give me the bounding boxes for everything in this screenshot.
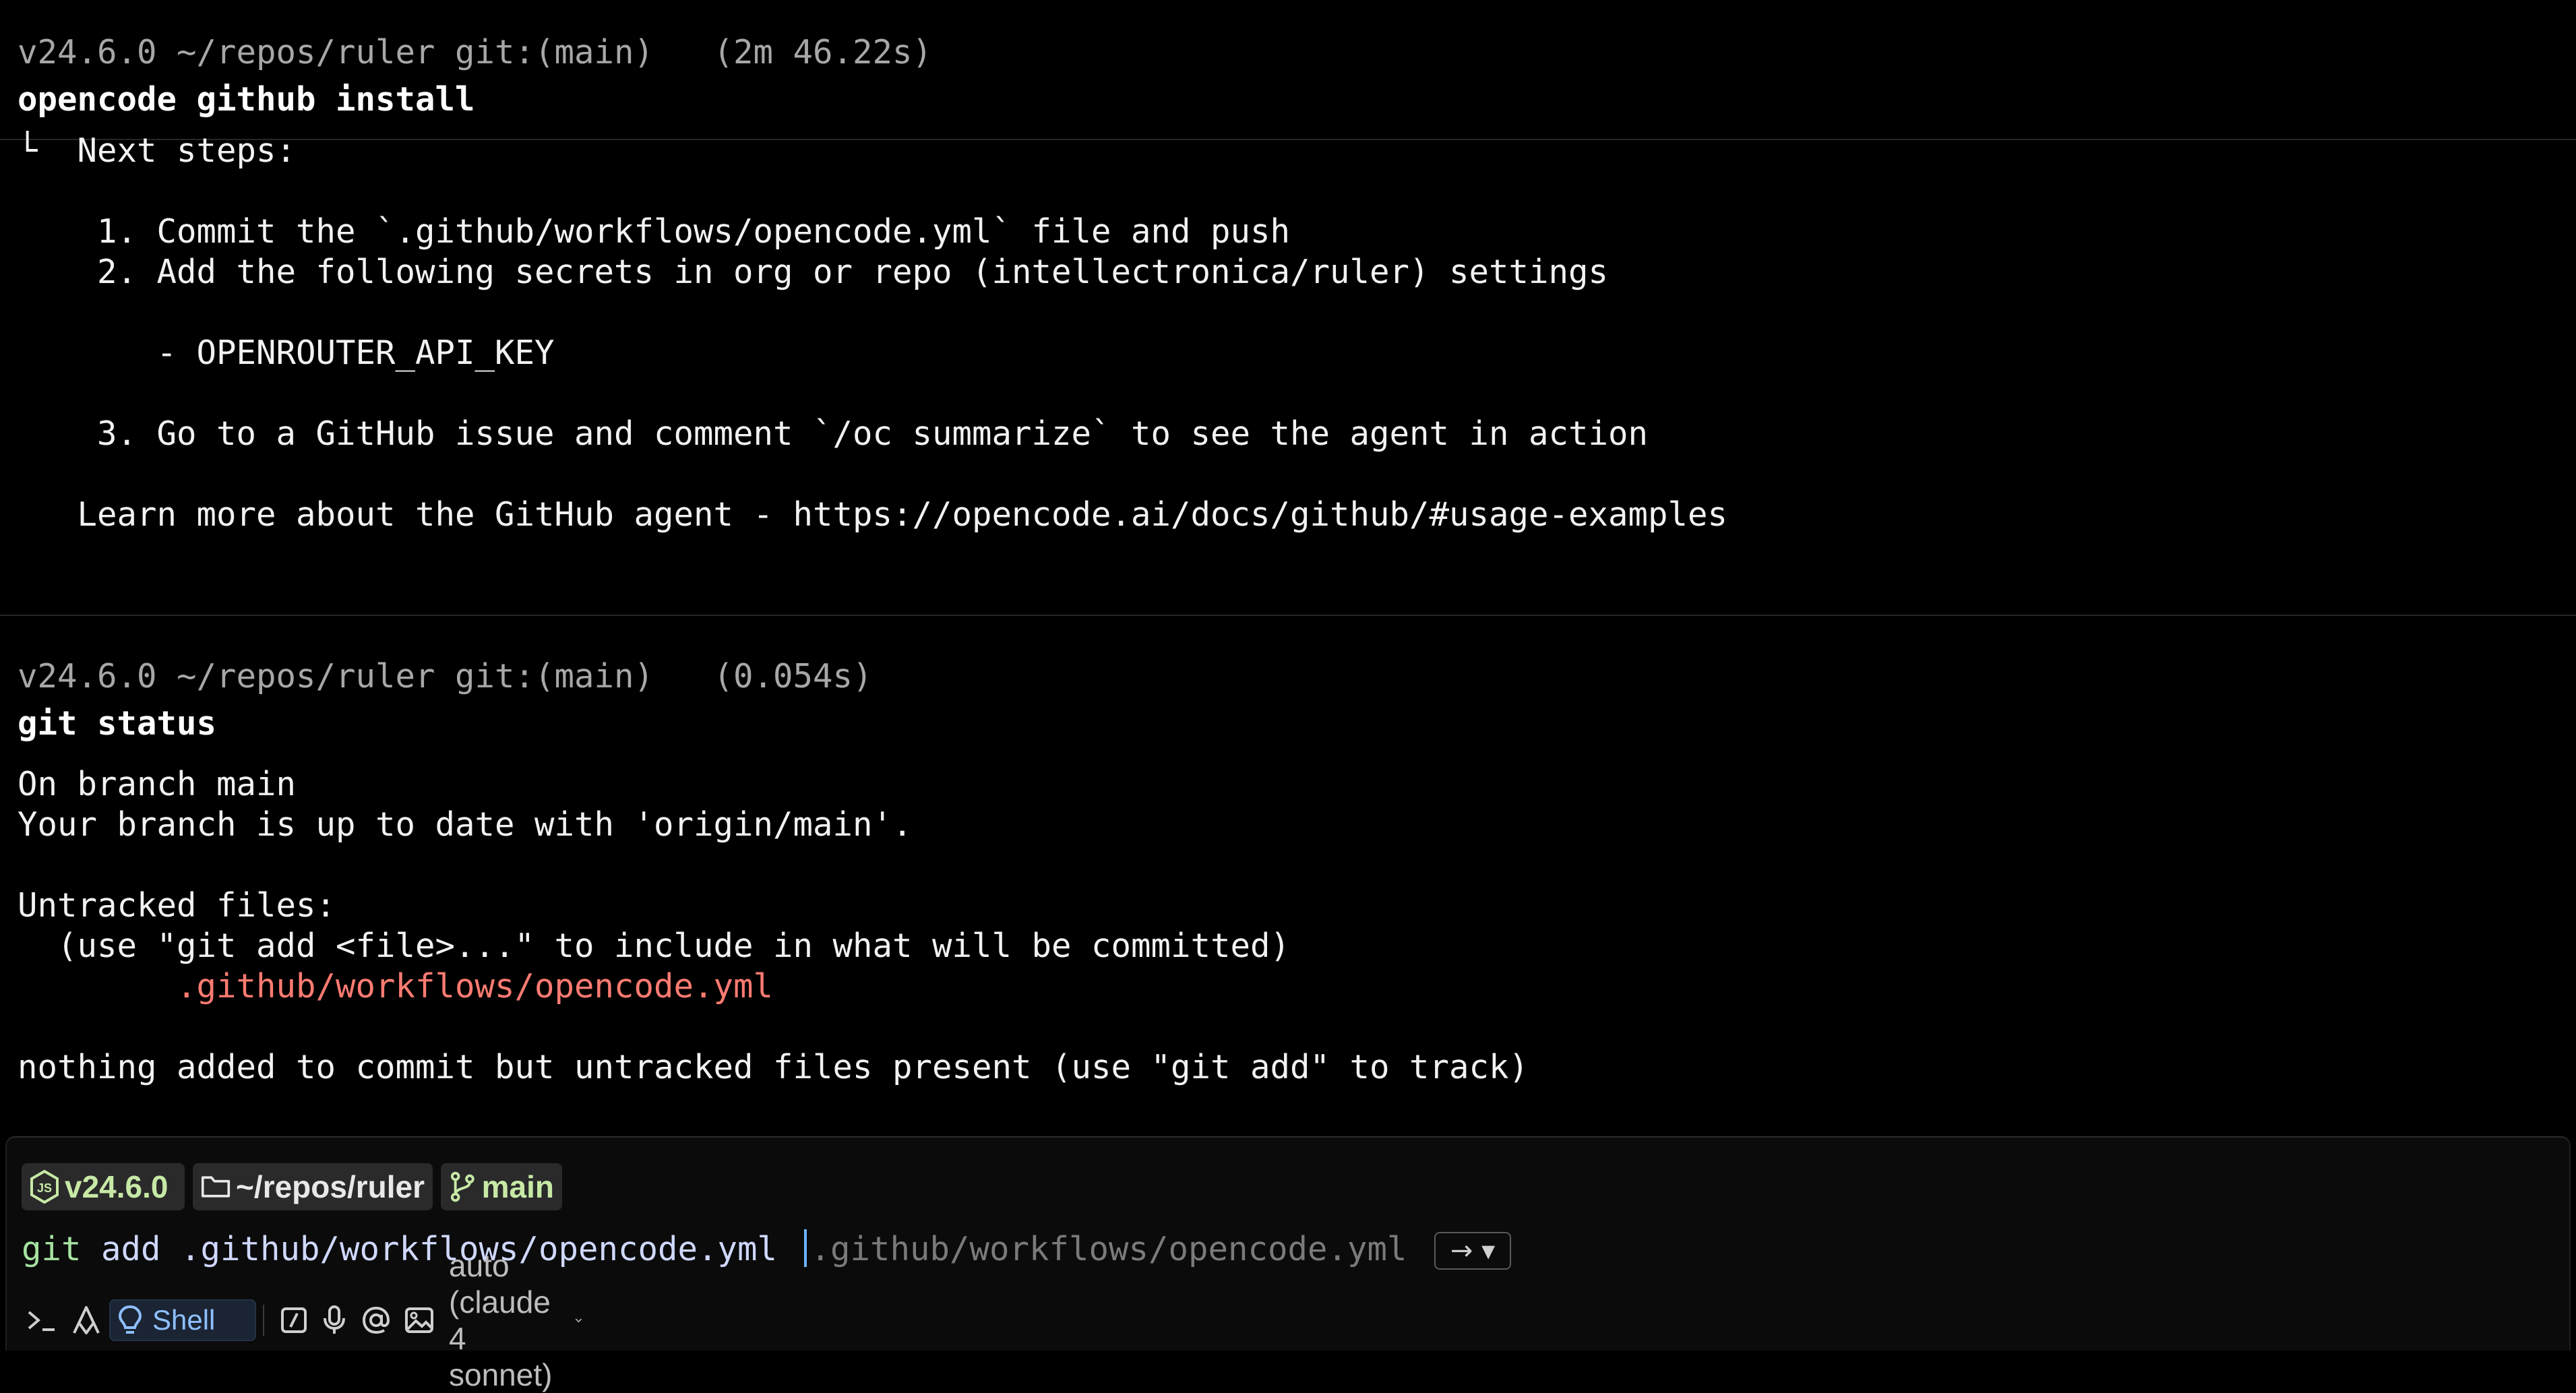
terminal-mode-button[interactable]: [22, 1297, 62, 1344]
at-mention-icon: [362, 1306, 390, 1334]
node-version-chip[interactable]: JS v24.6.0: [22, 1163, 185, 1210]
block-command: opencode github install: [18, 80, 475, 119]
svg-text:JS: JS: [37, 1181, 52, 1195]
block-meta: v24.6.0 ~/repos/ruler git:(main) (0.054s…: [18, 657, 873, 695]
command-block-git-status[interactable]: v24.6.0 ~/repos/ruler git:(main) (0.054s…: [0, 616, 2576, 1135]
slash-command-button[interactable]: [275, 1297, 313, 1344]
text-caret: [803, 1229, 807, 1267]
branch-label: main: [481, 1169, 554, 1204]
microphone-icon: [324, 1305, 345, 1334]
untracked-file: .github/workflows/opencode.yml: [18, 967, 774, 1005]
image-icon: [405, 1307, 433, 1333]
toolbar-divider: [263, 1305, 264, 1336]
output-line: nothing added to commit but untracked fi…: [18, 1048, 1529, 1086]
node-version-label: v24.6.0: [65, 1169, 168, 1204]
git-branch-icon: [450, 1171, 474, 1202]
directory-label: ~/repos/ruler: [236, 1169, 425, 1204]
model-label: auto (claude 4 sonnet): [449, 1248, 553, 1392]
block-command: git status: [18, 704, 217, 743]
output-line: On branch main: [18, 765, 297, 803]
terminal-icon: [28, 1311, 55, 1331]
shell-label: Shell: [152, 1304, 216, 1336]
output-line: Your branch is up to date with 'origin/m…: [18, 805, 913, 844]
chevron-down-icon: [576, 1318, 582, 1323]
slash-command-icon: [281, 1307, 307, 1333]
attach-image-button[interactable]: [399, 1297, 439, 1344]
command-input[interactable]: git add .github/workflows/opencode.yml .…: [22, 1222, 1407, 1276]
lightbulb-icon: [118, 1305, 142, 1334]
node-icon: JS: [30, 1170, 59, 1204]
agent-icon: [73, 1306, 100, 1334]
shell-mode-button[interactable]: Shell: [109, 1299, 256, 1341]
output-line: └ Next steps:: [18, 131, 297, 170]
output-line: 2. Add the following secrets in org or r…: [18, 253, 1609, 291]
agent-mode-button[interactable]: [66, 1297, 106, 1344]
output-line: Learn more about the GitHub agent - http…: [18, 495, 1728, 534]
typed-command: git: [22, 1230, 82, 1268]
git-branch-chip[interactable]: main: [441, 1163, 562, 1210]
directory-chip[interactable]: ~/repos/ruler: [193, 1163, 433, 1210]
model-selector[interactable]: auto (claude 4 sonnet): [449, 1248, 583, 1392]
output-line: - OPENROUTER_API_KEY: [18, 334, 555, 372]
output-line: (use "git add <file>..." to include in w…: [18, 927, 1291, 965]
command-block-opencode[interactable]: v24.6.0 ~/repos/ruler git:(main) (2m 46.…: [0, 0, 2576, 615]
folder-icon: [201, 1176, 231, 1198]
typed-args: add .github/workflows/opencode.yml: [81, 1230, 797, 1268]
output-line: Untracked files:: [18, 886, 336, 925]
voice-input-button[interactable]: [315, 1297, 353, 1344]
autosuggestion: .github/workflows/opencode.yml: [810, 1230, 1407, 1268]
block-divider: [0, 139, 2576, 140]
output-line: 1. Commit the `.github/workflows/opencod…: [18, 212, 1291, 251]
accept-suggestion-button[interactable]: → ▾: [1434, 1232, 1511, 1270]
command-input-panel[interactable]: JS v24.6.0 ~/repos/ruler main git add .g…: [5, 1136, 2571, 1392]
output-line: 3. Go to a GitHub issue and comment `/oc…: [18, 414, 1649, 453]
block-meta: v24.6.0 ~/repos/ruler git:(main) (2m 46.…: [18, 33, 933, 71]
mention-button[interactable]: [356, 1297, 396, 1344]
